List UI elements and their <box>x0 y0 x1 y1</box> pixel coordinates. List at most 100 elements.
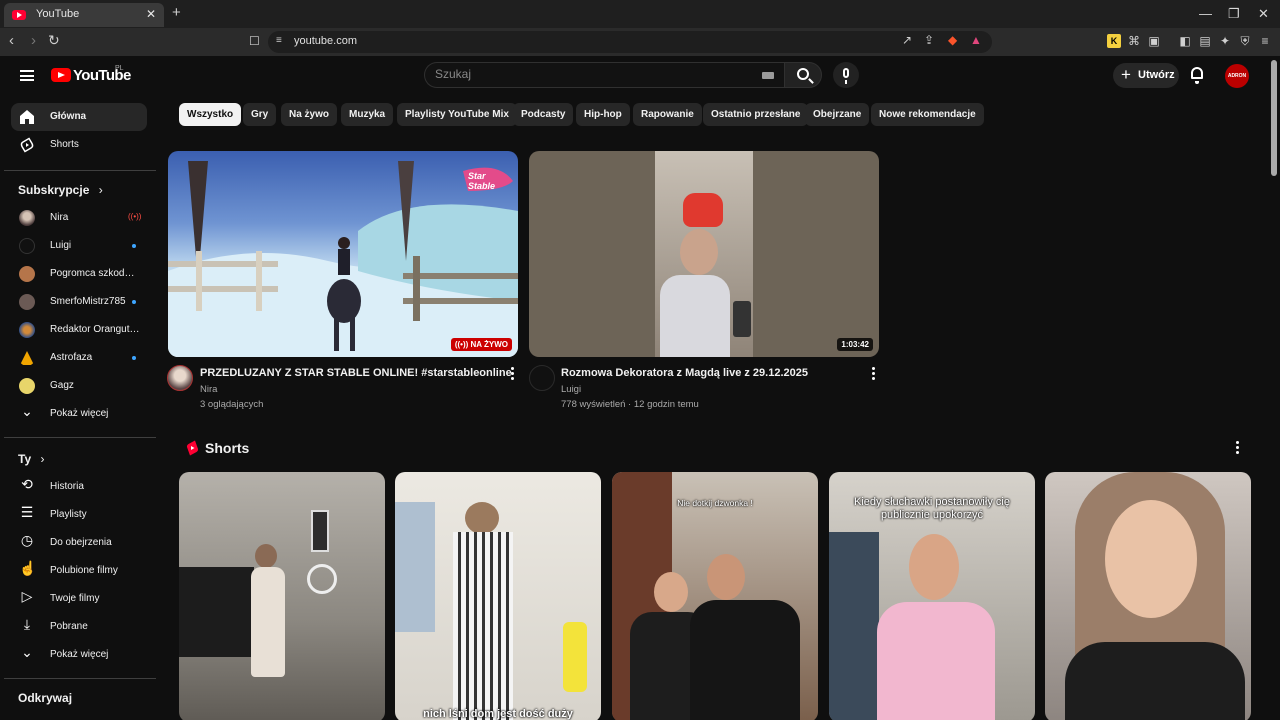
sidebar-item-downloads[interactable]: ⤓ Pobrane <box>11 613 147 641</box>
extensions-puzzle-icon[interactable]: ⌘ <box>1127 34 1141 48</box>
create-label: Utwórz <box>1138 69 1175 81</box>
page-scrollbar[interactable] <box>1268 56 1280 720</box>
youtube-page: YouTube PL + Utwórz ADRON Główna Shorts … <box>0 56 1268 720</box>
media-icon[interactable]: ▣ <box>1147 34 1161 48</box>
brave-rewards-icon[interactable]: ▲ <box>970 33 982 47</box>
chip-recent[interactable]: Ostatnio przesłane <box>703 103 809 126</box>
restore-button[interactable]: ❐ <box>1228 6 1240 22</box>
tab-close-icon[interactable]: ✕ <box>146 7 156 21</box>
search-box[interactable] <box>424 62 784 88</box>
chip-live[interactable]: Na żywo <box>281 103 338 126</box>
youtube-logo-icon[interactable] <box>51 68 71 82</box>
brave-shields-icon[interactable]: ◆ <box>948 33 957 47</box>
close-window-button[interactable]: ✕ <box>1258 6 1269 22</box>
chip-all[interactable]: Wszystko <box>179 103 242 126</box>
more-options-icon[interactable] <box>871 367 877 381</box>
notifications-bell-icon[interactable] <box>1191 67 1203 84</box>
channel-name: Gagz <box>50 380 74 391</box>
chip-podcasts[interactable]: Podcasty <box>513 103 574 126</box>
shorts-more-options-icon[interactable] <box>1235 441 1241 455</box>
short-card[interactable]: nich lśni dom jest dość duży <box>395 472 601 720</box>
more-options-icon[interactable] <box>510 367 516 381</box>
sidebar-show-more-you[interactable]: ⌄ Pokaż więcej <box>11 641 147 669</box>
subscription-item-pogromca[interactable]: Pogromca szkodników <box>11 260 147 288</box>
shorts-icon <box>20 137 34 153</box>
chip-games[interactable]: Gry <box>243 103 277 126</box>
sidebar-item-label: Polubione filmy <box>50 565 118 576</box>
channel-name: Redaktor Orangutan <box>50 324 140 335</box>
chip-new-recommendations[interactable]: Nowe rekomendacje <box>871 103 984 126</box>
sidebar-item-label: Twoje filmy <box>50 593 100 604</box>
new-content-dot <box>132 244 136 248</box>
live-broadcast-icon: ((•)) <box>454 340 471 349</box>
open-external-icon[interactable]: ↗ <box>902 33 912 47</box>
sidebar-item-playlists[interactable]: ☰ Playlisty <box>11 501 147 529</box>
short-card[interactable]: Kiedy słuchawki postanowiły cię publiczn… <box>829 472 1035 720</box>
channel-name: Astrofaza <box>50 352 93 363</box>
sidebar-item-watch-later[interactable]: ◷ Do obejrzenia <box>11 529 147 557</box>
sidebar-item-your-videos[interactable]: ▷ Twoje filmy <box>11 585 147 613</box>
back-button[interactable]: ‹ <box>9 32 14 49</box>
share-icon[interactable]: ⇪ <box>924 33 934 47</box>
minimize-button[interactable]: — <box>1199 6 1212 21</box>
subscription-item-gagz[interactable]: Gagz <box>11 372 147 400</box>
subscription-item-astrofaza[interactable]: Astrofaza <box>11 344 147 372</box>
channel-name: Luigi <box>50 240 72 251</box>
leo-ai-icon[interactable]: ✦ <box>1218 34 1232 48</box>
sidebar-toggle-icon[interactable]: ◧ <box>1178 34 1192 48</box>
search-input[interactable] <box>435 67 735 81</box>
keyboard-icon[interactable] <box>762 72 774 79</box>
chip-mix[interactable]: Playlisty YouTube Mix <box>397 103 517 126</box>
url-text[interactable]: youtube.com <box>294 35 357 47</box>
subscription-item-nira[interactable]: Nira ((•)) <box>11 204 147 232</box>
menu-icon[interactable]: ≡ <box>1258 34 1272 48</box>
new-tab-button[interactable]: + <box>172 4 181 21</box>
plus-icon: + <box>1121 65 1131 84</box>
chip-watched[interactable]: Obejrzane <box>805 103 870 126</box>
account-avatar[interactable]: ADRON <box>1225 64 1249 88</box>
video-thumbnail[interactable]: 1:03:42 <box>529 151 879 357</box>
address-bar[interactable]: ≡ youtube.com ↗ ⇪ ◆ ▲ <box>268 31 992 53</box>
scrollbar-thumb[interactable] <box>1271 60 1277 176</box>
browser-tab[interactable]: YouTube ✕ <box>4 3 164 27</box>
site-info-icon[interactable]: ≡ <box>276 35 282 46</box>
chip-hiphop[interactable]: Hip-hop <box>576 103 630 126</box>
sidebar-item-shorts[interactable]: Shorts <box>11 131 147 159</box>
sidebar-item-history[interactable]: ⟲ Historia <box>11 473 147 501</box>
channel-avatar[interactable] <box>167 365 193 391</box>
subscriptions-heading[interactable]: Subskrypcje › <box>18 183 103 197</box>
chevron-down-icon: ⌄ <box>21 644 33 660</box>
extension-icon[interactable]: K <box>1107 34 1121 48</box>
subscription-item-redaktor[interactable]: Redaktor Orangutan <box>11 316 147 344</box>
channel-name[interactable]: Nira <box>200 384 217 395</box>
video-thumbnail[interactable]: Star Stable ((•)) NA ŻYWO <box>168 151 518 357</box>
create-button[interactable]: + Utwórz <box>1113 63 1179 88</box>
chip-music[interactable]: Muzyka <box>341 103 394 126</box>
wallet-icon[interactable]: ▤ <box>1198 34 1212 48</box>
sidebar-item-home[interactable]: Główna <box>11 103 147 131</box>
forward-button[interactable]: › <box>31 32 36 49</box>
channel-name[interactable]: Luigi <box>561 384 581 395</box>
bookmark-icon[interactable]: ☐ <box>249 34 260 48</box>
chip-rap[interactable]: Rapowanie <box>633 103 702 126</box>
channel-avatar[interactable] <box>529 365 555 391</box>
short-card[interactable] <box>179 472 385 720</box>
sidebar-item-liked[interactable]: ☝ Polubione filmy <box>11 557 147 585</box>
thumb-up-icon: ☝ <box>19 560 37 576</box>
sidebar-item-label: Shorts <box>50 139 79 150</box>
short-card[interactable] <box>1045 472 1251 720</box>
you-heading[interactable]: Ty › <box>18 452 44 466</box>
voice-search-button[interactable] <box>833 62 859 88</box>
video-title[interactable]: PRZEDLUZANY Z STAR STABLE ONLINE! #stars… <box>200 367 512 379</box>
sidebar-divider <box>4 437 156 438</box>
guide-menu-icon[interactable] <box>20 70 34 81</box>
subscription-item-smerfomistrz[interactable]: SmerfoMistrz785 <box>11 288 147 316</box>
reload-button[interactable]: ↻ <box>48 32 60 49</box>
short-card[interactable]: Nie dotkij dzwonka ! <box>612 472 818 720</box>
subscription-item-luigi[interactable]: Luigi <box>11 232 147 260</box>
vpn-shield-icon[interactable]: ⛨ <box>1238 34 1252 48</box>
search-button[interactable] <box>784 62 822 88</box>
sidebar-show-more-subscriptions[interactable]: ⌄ Pokaż więcej <box>11 400 147 428</box>
video-title[interactable]: Rozmowa Dekoratora z Magdą live z 29.12.… <box>561 367 808 379</box>
history-icon: ⟲ <box>21 476 33 492</box>
